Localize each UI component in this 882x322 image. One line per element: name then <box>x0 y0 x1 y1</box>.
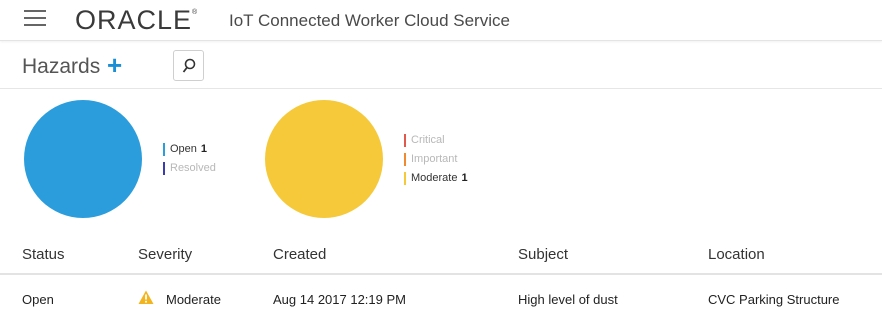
legend-item-resolved[interactable]: Resolved <box>163 159 216 178</box>
legend-item-moderate[interactable]: Moderate 1 <box>404 169 468 188</box>
legend-swatch <box>404 134 406 147</box>
search-button[interactable] <box>173 50 204 81</box>
legend-item-open[interactable]: Open 1 <box>163 140 216 159</box>
status-legend: Open 1 Resolved <box>163 140 216 178</box>
add-hazard-button[interactable]: + <box>107 52 122 78</box>
legend-item-critical[interactable]: Critical <box>404 131 468 150</box>
legend-label: Important <box>411 153 458 165</box>
hazards-table: Status Severity Created Subject Location… <box>0 233 882 321</box>
column-header-severity[interactable]: Severity <box>138 246 192 263</box>
column-header-subject[interactable]: Subject <box>518 246 568 263</box>
page-title: Hazards <box>22 55 101 78</box>
legend-label: Moderate <box>411 172 458 184</box>
legend-label: Open <box>170 143 197 155</box>
column-header-status[interactable]: Status <box>22 246 65 263</box>
severity-legend: Critical Important Moderate 1 <box>404 131 468 188</box>
search-icon <box>182 58 196 73</box>
app-header: ORACLE® IoT Connected Worker Cloud Servi… <box>0 0 882 41</box>
legend-swatch <box>163 143 165 156</box>
legend-swatch <box>163 162 165 175</box>
app-title: IoT Connected Worker Cloud Service <box>229 11 510 30</box>
cell-created: Aug 14 2017 12:19 PM <box>273 292 406 307</box>
legend-label: Critical <box>411 134 445 146</box>
cell-subject: High level of dust <box>518 292 618 307</box>
table-row[interactable]: Open Moderate Aug 14 2017 12:19 PM High … <box>0 275 882 321</box>
severity-pie-chart[interactable] <box>265 100 383 218</box>
cell-location: CVC Parking Structure <box>708 292 840 307</box>
plus-icon: + <box>107 50 123 80</box>
legend-swatch <box>404 172 406 185</box>
column-header-location[interactable]: Location <box>708 246 765 263</box>
cell-status: Open <box>22 292 54 307</box>
page-toolbar: Hazards + <box>0 42 882 89</box>
legend-label: Resolved <box>170 162 216 174</box>
warning-icon <box>138 290 154 304</box>
legend-count: 1 <box>200 143 208 155</box>
legend-count: 1 <box>461 172 468 184</box>
legend-item-important[interactable]: Important <box>404 150 468 169</box>
column-header-created[interactable]: Created <box>273 246 326 263</box>
table-header: Status Severity Created Subject Location <box>0 233 882 275</box>
status-pie-chart[interactable] <box>24 100 142 218</box>
hamburger-menu-icon[interactable] <box>24 10 46 26</box>
oracle-logo: ORACLE® <box>75 5 198 35</box>
legend-swatch <box>404 153 406 166</box>
cell-severity: Moderate <box>166 292 221 307</box>
